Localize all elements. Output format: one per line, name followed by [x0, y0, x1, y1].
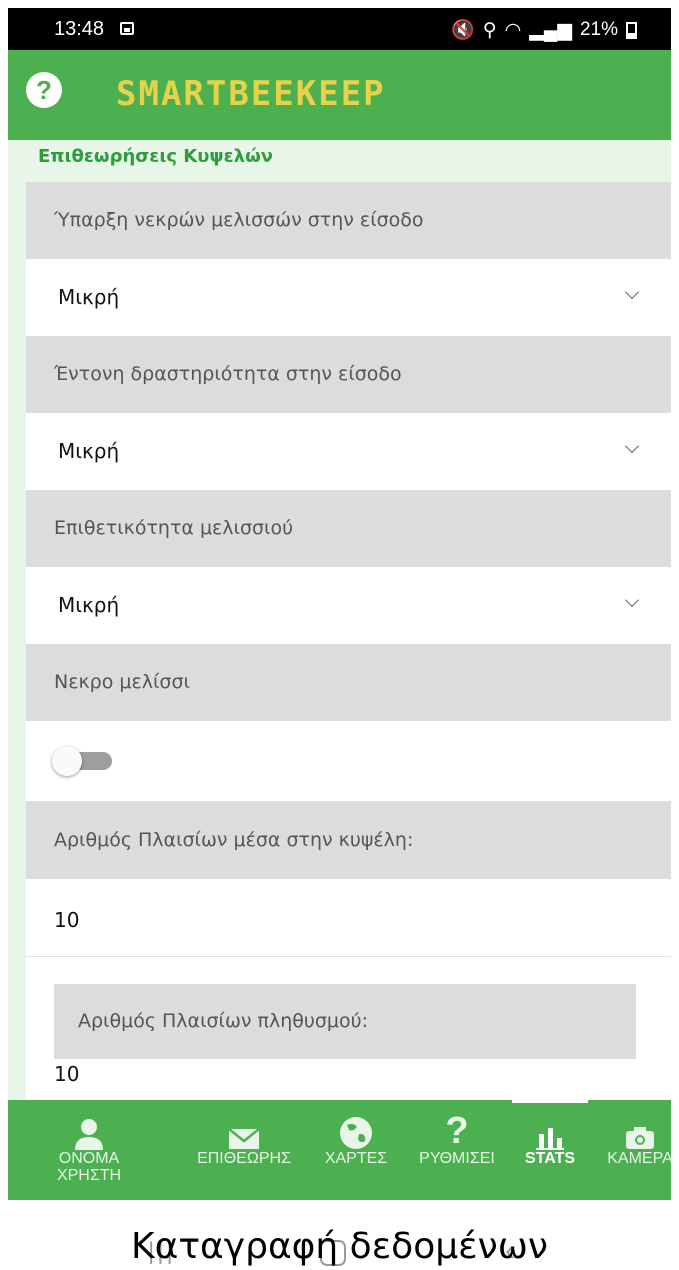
nav-maps[interactable]: ΧΑΡΤΕΣ [310, 1100, 402, 1200]
population-frames-input[interactable]: 10 [54, 1062, 79, 1086]
aggressiveness-select[interactable]: Μικρή [26, 567, 671, 644]
person-icon [30, 1100, 148, 1150]
gallery-notification-icon [120, 22, 134, 35]
nav-username[interactable]: ΟΝΟΜΑ ΧΡΗΣΤΗ [30, 1100, 148, 1200]
content-area: Επιθεωρήσεις Κυψελών Ύπαρξη νεκρών μελισ… [8, 140, 671, 1100]
nav-camera[interactable]: ΚΑΜΕΡΑ [590, 1100, 671, 1200]
activity-value: Μικρή [58, 439, 120, 463]
nav-camera-label: ΚΑΜΕΡΑ [607, 1150, 671, 1167]
battery-percent: 21% [579, 19, 618, 40]
location-icon: ⚲ [482, 19, 497, 41]
nav-inspections-label: ΕΠΙΘΕΩΡΗΣ [197, 1150, 291, 1167]
nav-inspections[interactable]: ΕΠΙΘΕΩΡΗΣ [180, 1100, 308, 1200]
battery-icon [626, 21, 637, 39]
nav-settings-label: ΡΥΘΜΙΣΕΙ [419, 1150, 495, 1167]
bar-chart-icon [512, 1100, 588, 1150]
mail-icon [180, 1100, 308, 1150]
bottom-navigation: ΟΝΟΜΑ ΧΡΗΣΤΗ ΕΠΙΘΕΩΡΗΣ ΧΑΡΤΕΣ ? ΡΥΘΜΙΣΕΙ… [8, 1100, 671, 1200]
camera-icon [590, 1100, 671, 1150]
dead-bees-value: Μικρή [58, 285, 120, 309]
nav-settings[interactable]: ? ΡΥΘΜΙΣΕΙ [404, 1100, 510, 1200]
nav-username-label: ΟΝΟΜΑ ΧΡΗΣΤΗ [56, 1150, 122, 1184]
chevron-down-icon [624, 438, 640, 454]
mute-icon: 🔇 [451, 20, 475, 41]
figure-caption: Καταγραφή δεδομένων [131, 1226, 548, 1267]
help-icon[interactable]: ? [26, 72, 62, 108]
question-icon: ? [445, 1110, 469, 1152]
nav-maps-label: ΧΑΡΤΕΣ [324, 1150, 388, 1167]
nav-stats-label: STATS [524, 1150, 576, 1167]
dead-bees-select[interactable]: Μικρή [26, 259, 671, 336]
nav-stats[interactable]: STATS [512, 1100, 588, 1200]
aggressiveness-label: Επιθετικότητα μελισσιού [26, 490, 671, 567]
chevron-down-icon [624, 592, 640, 608]
population-frames-label: Αριθμός Πλαισίων πληθυσμού: [54, 984, 636, 1059]
signal-icon: ▂▄▆ [529, 19, 572, 41]
toggle-knob[interactable] [52, 746, 82, 776]
dead-bees-label: Ύπαρξη νεκρών μελισσών στην είσοδο [26, 182, 671, 259]
frames-input[interactable]: 10 [54, 908, 79, 932]
chevron-down-icon [624, 284, 640, 300]
inspection-form: Ύπαρξη νεκρών μελισσών στην είσοδο Μικρή… [26, 182, 671, 1100]
status-time: 13:48 [54, 18, 105, 40]
globe-icon [310, 1100, 402, 1150]
status-icons: 🔇 ⚲ ◠ ▂▄▆ 21% [451, 18, 637, 42]
section-title: Επιθεωρήσεις Κυψελών [38, 146, 273, 167]
dead-colony-label: Νεκρο μελίσσι [26, 644, 671, 721]
frames-label: Αριθμός Πλαισίων μέσα στην κυψέλη: [26, 802, 671, 879]
activity-select[interactable]: Μικρή [26, 413, 671, 490]
dead-colony-row [26, 721, 671, 802]
wifi-icon: ◠ [504, 19, 522, 41]
activity-label: Έντονη δραστηριότητα στην είσοδο [26, 336, 671, 413]
aggressiveness-value: Μικρή [58, 593, 120, 617]
app-bar: ? SMARTBEEKEEP [8, 50, 671, 140]
status-bar: 13:48 🔇 ⚲ ◠ ▂▄▆ 21% [8, 8, 671, 50]
divider [26, 956, 671, 957]
app-logo: SMARTBEEKEEP [116, 74, 386, 114]
